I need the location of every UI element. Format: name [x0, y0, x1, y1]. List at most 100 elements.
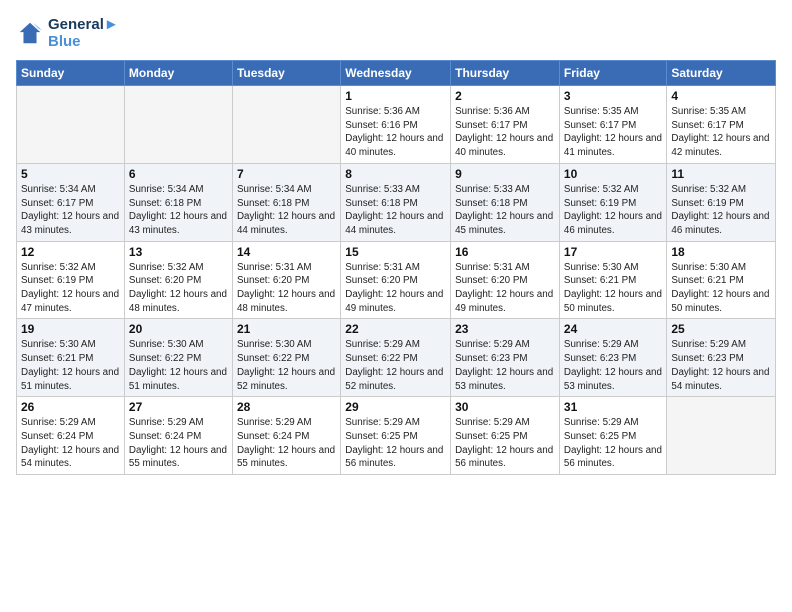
day-of-week-header: Thursday	[451, 61, 560, 86]
calendar-day-cell: 2Sunrise: 5:36 AMSunset: 6:17 PMDaylight…	[451, 86, 560, 164]
day-info: Sunrise: 5:29 AMSunset: 6:24 PMDaylight:…	[129, 416, 228, 471]
calendar-table: SundayMondayTuesdayWednesdayThursdayFrid…	[16, 60, 776, 475]
calendar-week-row: 26 Sunrise: 5:29 AMSunset: 6:24 PMDayligh…	[17, 397, 776, 475]
logo-text: General► Blue	[48, 16, 119, 50]
day-info: Sunrise: 5:29 AMSunset: 6:23 PMDaylight:…	[564, 338, 662, 393]
days-header-row: SundayMondayTuesdayWednesdayThursdayFrid…	[17, 61, 776, 86]
calendar-day-cell: 20 Sunrise: 5:30 AMSunset: 6:22 PMDayligh…	[124, 319, 232, 397]
day-number: 1	[345, 89, 446, 103]
day-number: 9	[455, 167, 555, 181]
day-info: Sunrise: 5:35 AMSunset: 6:17 PMDaylight:…	[564, 105, 662, 160]
day-info: Sunrise: 5:29 AMSunset: 6:25 PMDaylight:…	[455, 416, 555, 471]
day-info: Sunrise: 5:36 AMSunset: 6:17 PMDaylight:…	[455, 105, 555, 160]
day-number: 22	[345, 322, 446, 336]
calendar-day-cell: 29 Sunrise: 5:29 AMSunset: 6:25 PMDayligh…	[341, 397, 451, 475]
calendar-day-cell: 23 Sunrise: 5:29 AMSunset: 6:23 PMDayligh…	[451, 319, 560, 397]
calendar-day-cell: 22 Sunrise: 5:29 AMSunset: 6:22 PMDayligh…	[341, 319, 451, 397]
calendar-day-cell: 6 Sunrise: 5:34 AMSunset: 6:18 PMDaylight…	[124, 163, 232, 241]
day-number: 10	[564, 167, 662, 181]
day-number: 16	[455, 245, 555, 259]
day-number: 12	[21, 245, 120, 259]
calendar-day-cell: 31 Sunrise: 5:29 AMSunset: 6:25 PMDayligh…	[559, 397, 666, 475]
calendar-day-cell: 21Sunrise: 5:30 AMSunset: 6:22 PMDayligh…	[232, 319, 340, 397]
day-info: Sunrise: 5:30 AMSunset: 6:21 PMDaylight:…	[564, 261, 662, 316]
day-info: Sunrise: 5:29 AMSunset: 6:25 PMDaylight:…	[345, 416, 446, 471]
calendar-day-cell: 7Sunrise: 5:34 AMSunset: 6:18 PMDaylight…	[232, 163, 340, 241]
day-of-week-header: Saturday	[667, 61, 776, 86]
day-info: Sunrise: 5:32 AMSunset: 6:20 PMDaylight:…	[129, 261, 228, 316]
calendar-day-cell: 10 Sunrise: 5:32 AMSunset: 6:19 PMDayligh…	[559, 163, 666, 241]
day-info: Sunrise: 5:29 AMSunset: 6:25 PMDaylight:…	[564, 416, 662, 471]
day-info: Sunrise: 5:33 AMSunset: 6:18 PMDaylight:…	[345, 183, 446, 238]
day-number: 8	[345, 167, 446, 181]
day-of-week-header: Friday	[559, 61, 666, 86]
day-number: 18	[671, 245, 771, 259]
day-info: Sunrise: 5:34 AMSunset: 6:18 PMDaylight:…	[237, 183, 336, 238]
calendar-day-cell	[17, 86, 125, 164]
calendar-day-cell: 1 Sunrise: 5:36 AMSunset: 6:16 PMDaylight…	[341, 86, 451, 164]
day-number: 5	[21, 167, 120, 181]
day-number: 20	[129, 322, 228, 336]
day-info: Sunrise: 5:29 AMSunset: 6:23 PMDaylight:…	[455, 338, 555, 393]
day-of-week-header: Wednesday	[341, 61, 451, 86]
calendar-week-row: 12 Sunrise: 5:32 AMSunset: 6:19 PMDayligh…	[17, 241, 776, 319]
day-info: Sunrise: 5:34 AMSunset: 6:18 PMDaylight:…	[129, 183, 228, 238]
calendar-day-cell: 15 Sunrise: 5:31 AMSunset: 6:20 PMDayligh…	[341, 241, 451, 319]
page-header: General► Blue	[16, 16, 776, 50]
day-number: 6	[129, 167, 228, 181]
day-of-week-header: Tuesday	[232, 61, 340, 86]
day-info: Sunrise: 5:29 AMSunset: 6:23 PMDaylight:…	[671, 338, 771, 393]
day-number: 17	[564, 245, 662, 259]
day-info: Sunrise: 5:35 AMSunset: 6:17 PMDaylight:…	[671, 105, 771, 160]
day-info: Sunrise: 5:29 AMSunset: 6:24 PMDaylight:…	[237, 416, 336, 471]
day-number: 19	[21, 322, 120, 336]
calendar-day-cell: 19 Sunrise: 5:30 AMSunset: 6:21 PMDayligh…	[17, 319, 125, 397]
day-number: 25	[671, 322, 771, 336]
logo: General► Blue	[16, 16, 119, 50]
day-number: 15	[345, 245, 446, 259]
calendar-day-cell	[667, 397, 776, 475]
calendar-day-cell: 26Sunrise: 5:29 AMSunset: 6:24 PMDayligh…	[17, 397, 125, 475]
day-number: 24	[564, 322, 662, 336]
day-info: Sunrise: 5:32 AMSunset: 6:19 PMDaylight:…	[671, 183, 771, 238]
day-number: 21	[237, 322, 336, 336]
day-number: 3	[564, 89, 662, 103]
calendar-day-cell: 8 Sunrise: 5:33 AMSunset: 6:18 PMDaylight…	[341, 163, 451, 241]
day-info: Sunrise: 5:30 AMSunset: 6:21 PMDaylight:…	[21, 338, 120, 393]
day-of-week-header: Sunday	[17, 61, 125, 86]
day-number: 28	[237, 400, 336, 414]
day-number: 31	[564, 400, 662, 414]
day-number: 4	[671, 89, 771, 103]
calendar-day-cell: 4 Sunrise: 5:35 AMSunset: 6:17 PMDaylight…	[667, 86, 776, 164]
day-number: 11	[671, 167, 771, 181]
day-of-week-header: Monday	[124, 61, 232, 86]
calendar-day-cell: 13Sunrise: 5:32 AMSunset: 6:20 PMDayligh…	[124, 241, 232, 319]
calendar-week-row: 5Sunrise: 5:34 AMSunset: 6:17 PMDaylight…	[17, 163, 776, 241]
day-number: 23	[455, 322, 555, 336]
calendar-day-cell: 25 Sunrise: 5:29 AMSunset: 6:23 PMDayligh…	[667, 319, 776, 397]
logo-icon	[16, 19, 44, 47]
day-info: Sunrise: 5:36 AMSunset: 6:16 PMDaylight:…	[345, 105, 446, 160]
calendar-day-cell: 27Sunrise: 5:29 AMSunset: 6:24 PMDayligh…	[124, 397, 232, 475]
calendar-day-cell: 9 Sunrise: 5:33 AMSunset: 6:18 PMDaylight…	[451, 163, 560, 241]
calendar-day-cell	[232, 86, 340, 164]
day-info: Sunrise: 5:32 AMSunset: 6:19 PMDaylight:…	[564, 183, 662, 238]
day-info: Sunrise: 5:30 AMSunset: 6:21 PMDaylight:…	[671, 261, 771, 316]
calendar-week-row: 1 Sunrise: 5:36 AMSunset: 6:16 PMDaylight…	[17, 86, 776, 164]
day-info: Sunrise: 5:33 AMSunset: 6:18 PMDaylight:…	[455, 183, 555, 238]
day-info: Sunrise: 5:31 AMSunset: 6:20 PMDaylight:…	[455, 261, 555, 316]
calendar-day-cell: 28 Sunrise: 5:29 AMSunset: 6:24 PMDayligh…	[232, 397, 340, 475]
calendar-day-cell	[124, 86, 232, 164]
day-info: Sunrise: 5:31 AMSunset: 6:20 PMDaylight:…	[345, 261, 446, 316]
calendar-day-cell: 12 Sunrise: 5:32 AMSunset: 6:19 PMDayligh…	[17, 241, 125, 319]
day-info: Sunrise: 5:30 AMSunset: 6:22 PMDaylight:…	[129, 338, 228, 393]
calendar-day-cell: 14Sunrise: 5:31 AMSunset: 6:20 PMDayligh…	[232, 241, 340, 319]
calendar-day-cell: 11 Sunrise: 5:32 AMSunset: 6:19 PMDayligh…	[667, 163, 776, 241]
day-number: 26	[21, 400, 120, 414]
day-info: Sunrise: 5:32 AMSunset: 6:19 PMDaylight:…	[21, 261, 120, 316]
day-info: Sunrise: 5:29 AMSunset: 6:22 PMDaylight:…	[345, 338, 446, 393]
calendar-day-cell: 17 Sunrise: 5:30 AMSunset: 6:21 PMDayligh…	[559, 241, 666, 319]
calendar-day-cell: 5Sunrise: 5:34 AMSunset: 6:17 PMDaylight…	[17, 163, 125, 241]
day-number: 29	[345, 400, 446, 414]
day-info: Sunrise: 5:31 AMSunset: 6:20 PMDaylight:…	[237, 261, 336, 316]
